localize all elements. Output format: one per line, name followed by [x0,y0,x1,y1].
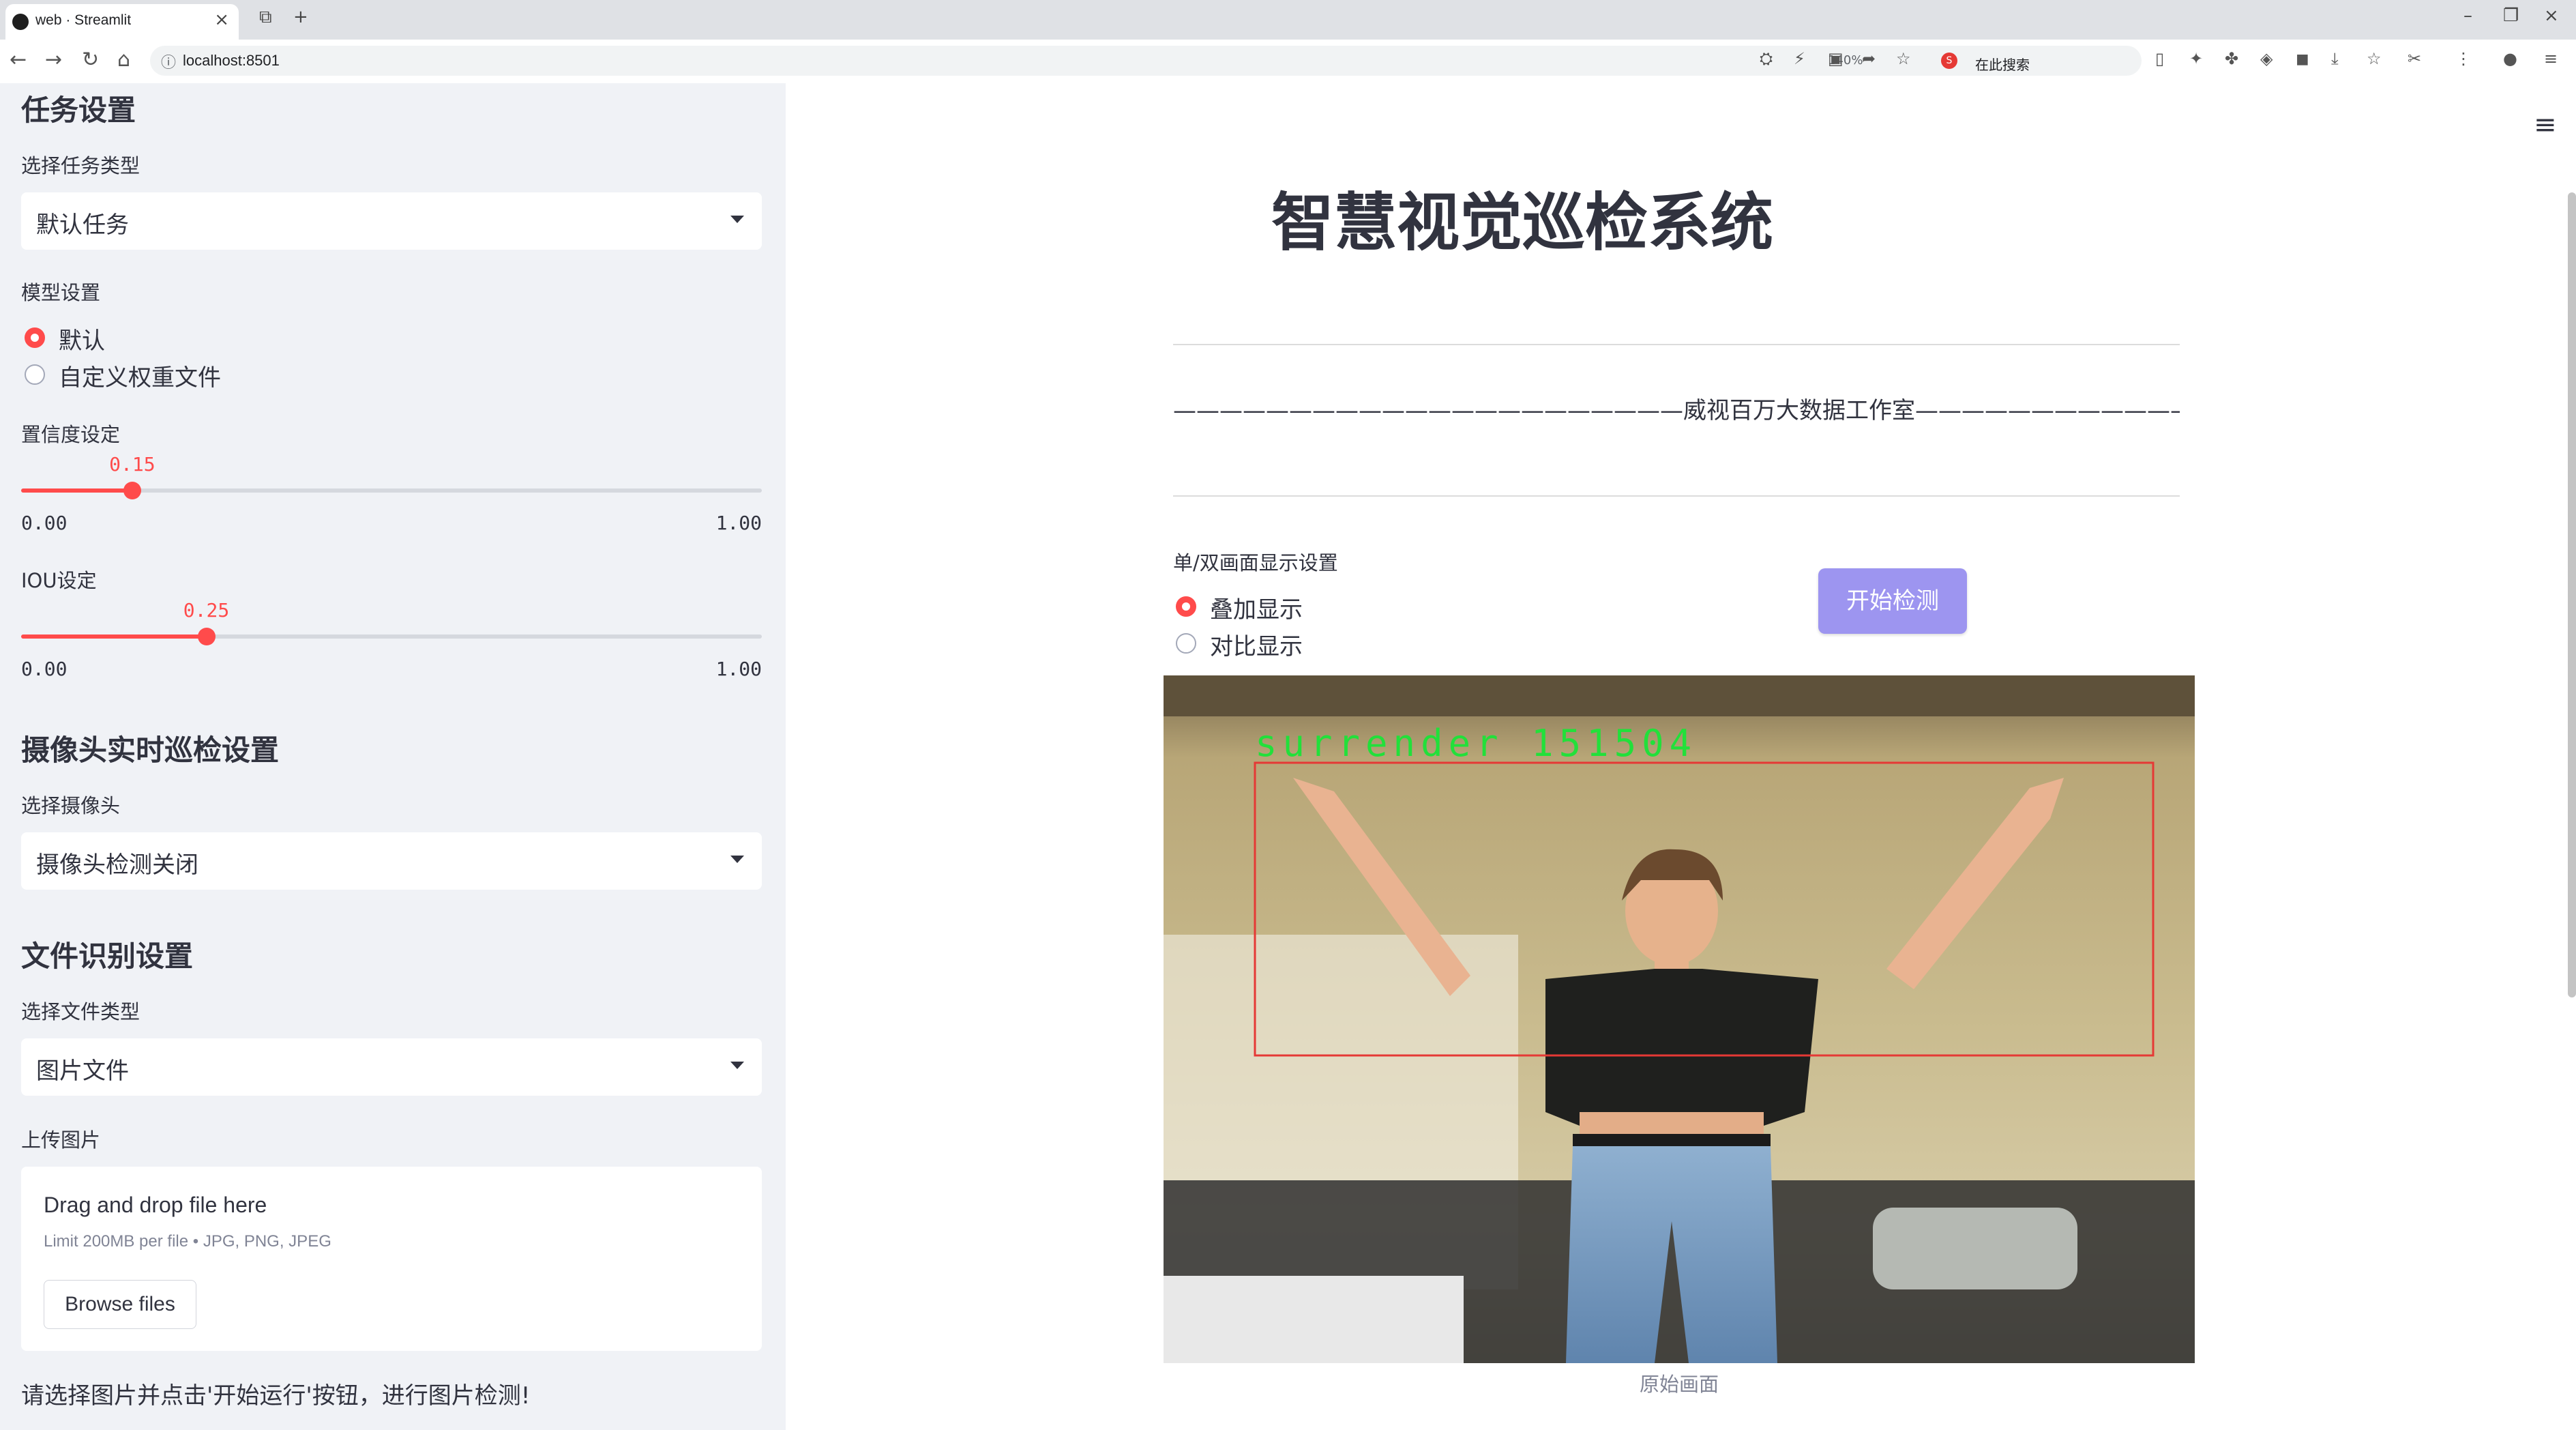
browser-tab[interactable]: web · Streamlit × [5,4,239,40]
lightning-icon[interactable]: ⚡ [1794,49,1805,68]
detection-image: surrender 151504 [1164,675,2195,1363]
model-option-custom[interactable]: 自定义权重文件 [59,359,221,392]
file-type-value: 图片文件 [36,1057,129,1085]
file-type-select[interactable]: 图片文件 [21,1038,762,1096]
search-engine-logo-icon: S [1941,53,1957,69]
divider [1173,495,2180,497]
camera-label: 选择摄像头 [21,794,121,817]
task-settings-header: 任务设置 [21,93,136,127]
search-engine-box[interactable]: S 在此搜索 [1937,46,2142,76]
display-option-compare[interactable]: 对比显示 [1210,628,1303,661]
browser-tab-bar: web · Streamlit × ⧉ + – ❐ × [0,0,2576,40]
scrollbar[interactable] [2568,192,2576,997]
model-settings-label: 模型设置 [21,281,101,304]
task-type-select[interactable]: 默认任务 [21,192,762,250]
confidence-slider-fill [21,488,132,493]
iou-slider-fill [21,634,207,639]
display-option-overlay[interactable]: 叠加显示 [1210,591,1303,624]
display-settings-label: 单/双画面显示设置 [1173,551,1338,574]
site-info-icon[interactable]: ⓘ [161,50,176,72]
image-caption: 原始画面 [1639,1373,1719,1396]
back-icon[interactable]: ← [10,48,27,72]
url-text: localhost:8501 [183,52,280,69]
bookmark-star-icon[interactable]: ☆ [1896,49,1911,68]
confidence-slider-thumb[interactable] [123,482,141,499]
chevron-down-icon [730,1062,744,1069]
forward-icon[interactable]: → [45,48,62,72]
search-placeholder: 在此搜索 [1975,57,2030,73]
chevron-down-icon [730,856,744,863]
main-content: ≡ 智慧视觉巡检系统 ——————————————————————威视百万大数据… [786,83,2576,1430]
extension-icon[interactable]: ✦ [2189,49,2203,68]
sidebar-instruction: 请选择图片并点击'开始运行'按钮，进行图片检测! [21,1382,531,1410]
display-radio-overlay[interactable] [1176,596,1196,617]
tab-title: web · Streamlit [35,12,132,28]
confidence-value: 0.15 [109,453,156,476]
task-type-label: 选择任务类型 [21,154,140,177]
confidence-min: 0.00 [21,512,68,534]
download-icon[interactable]: ⤓ [2331,49,2339,68]
hamburger-menu-icon[interactable]: ≡ [2534,109,2557,141]
confidence-max: 1.00 [715,512,762,534]
subtitle: ——————————————————————威视百万大数据工作室————————… [1173,397,2180,424]
minimize-icon[interactable]: – [2463,5,2472,26]
model-radio-default[interactable] [25,327,45,348]
extension-icon[interactable]: ◼ [2296,49,2309,68]
iou-slider[interactable] [21,628,762,645]
confidence-label: 置信度设定 [21,423,121,446]
tab-search-icon[interactable]: ⧉ [259,7,272,28]
reload-icon[interactable]: ↻ [82,48,99,72]
favorites-icon[interactable]: ☆ [2367,49,2382,68]
scissors-icon[interactable]: ✂ [2408,49,2421,68]
mobile-icon[interactable]: ▯ [2155,49,2164,68]
confidence-slider[interactable] [21,482,762,499]
iou-slider-thumb[interactable] [197,628,216,645]
iou-label: IOU设定 [21,569,97,592]
model-option-default[interactable]: 默认 [59,322,105,355]
screenshot-icon[interactable]: ▣ [1828,49,1844,68]
dropzone-title: Drag and drop file here [44,1193,267,1217]
menu-dots-icon[interactable]: ⋮ [2455,49,2472,68]
restore-icon[interactable]: ❐ [2503,5,2519,26]
file-uploader-dropzone[interactable]: Drag and drop file here Limit 200MB per … [21,1167,762,1351]
model-radio-custom[interactable] [25,364,45,385]
upload-label: 上传图片 [21,1128,101,1152]
share-icon[interactable]: ➦ [1862,49,1876,68]
iou-min: 0.00 [21,658,68,680]
extension-icon[interactable]: ✤ [2225,49,2238,68]
new-tab-icon[interactable]: + [293,7,308,27]
divider [1173,344,2180,345]
chevron-down-icon [730,216,744,223]
camera-value: 摄像头检测关闭 [36,851,198,879]
close-tab-icon[interactable]: × [214,10,229,30]
translate-icon[interactable]: ⛭ [1760,49,1773,68]
browse-files-button[interactable]: Browse files [44,1280,196,1329]
home-icon[interactable]: ⌂ [117,48,130,72]
file-type-label: 选择文件类型 [21,1000,140,1023]
page-title: 智慧视觉巡检系统 [1271,186,1773,259]
streamlit-favicon-icon [12,14,29,30]
iou-value: 0.25 [183,599,230,622]
display-radio-compare[interactable] [1176,633,1196,654]
avatar[interactable]: ● [2503,49,2517,68]
iou-max: 1.00 [715,658,762,680]
file-settings-header: 文件识别设置 [21,939,194,973]
camera-select[interactable]: 摄像头检测关闭 [21,832,762,890]
task-type-value: 默认任务 [36,211,129,239]
camera-settings-header: 摄像头实时巡检设置 [21,733,280,767]
close-window-icon[interactable]: × [2544,5,2559,26]
address-bar-row: ← → ↻ ⌂ ⓘ localhost:8501 140% ⛭ ⚡ ▣ ➦ ☆ … [0,40,2576,84]
dropzone-limit: Limit 200MB per file • JPG, PNG, JPEG [44,1232,331,1251]
detection-label: surrender 151504 [1255,722,1698,765]
extension-icon[interactable]: ◈ [2260,49,2272,68]
browser-menu-icon[interactable]: ≡ [2544,49,2558,68]
start-detection-button[interactable]: 开始检测 [1818,568,1967,634]
